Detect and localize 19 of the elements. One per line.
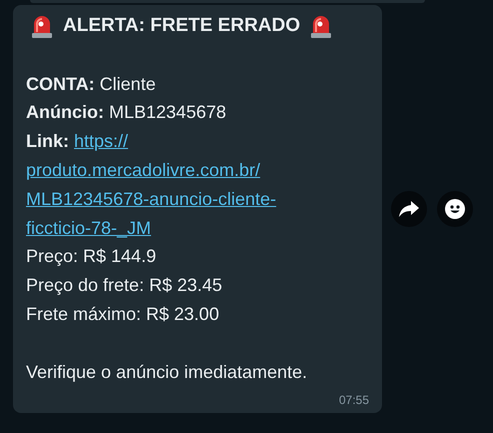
message-line: Verifique o anúncio imediatamente.: [26, 360, 308, 384]
forward-button[interactable]: [391, 191, 427, 228]
siren-icon: [310, 14, 332, 38]
link-text[interactable]: produto.mercadolivre.com.br/: [26, 160, 260, 180]
link-text[interactable]: https://: [74, 131, 128, 152]
link-text[interactable]: MLB12345678-anuncio-cliente-: [26, 188, 276, 209]
field-line: CONTA: Cliente: [26, 72, 157, 96]
link-label: Link:: [26, 131, 69, 152]
alert-title: ALERTA: FRETE ERRADO: [63, 14, 300, 38]
field-line: Anúncio: MLB12345678: [26, 101, 228, 124]
smiley-icon: [445, 199, 465, 220]
message-line: Preço do frete: R$ 23.45: [26, 274, 224, 298]
reaction-button[interactable]: [437, 191, 473, 228]
link-text[interactable]: ficcticio-78-_JM: [26, 218, 152, 238]
message-line: Preço: R$ 144.9: [26, 245, 158, 268]
forward-arrow-icon: [399, 201, 419, 218]
siren-icon: [31, 14, 53, 38]
message-line: Frete máximo: R$ 23.00: [26, 302, 220, 326]
message-time: 07:55: [338, 392, 369, 408]
